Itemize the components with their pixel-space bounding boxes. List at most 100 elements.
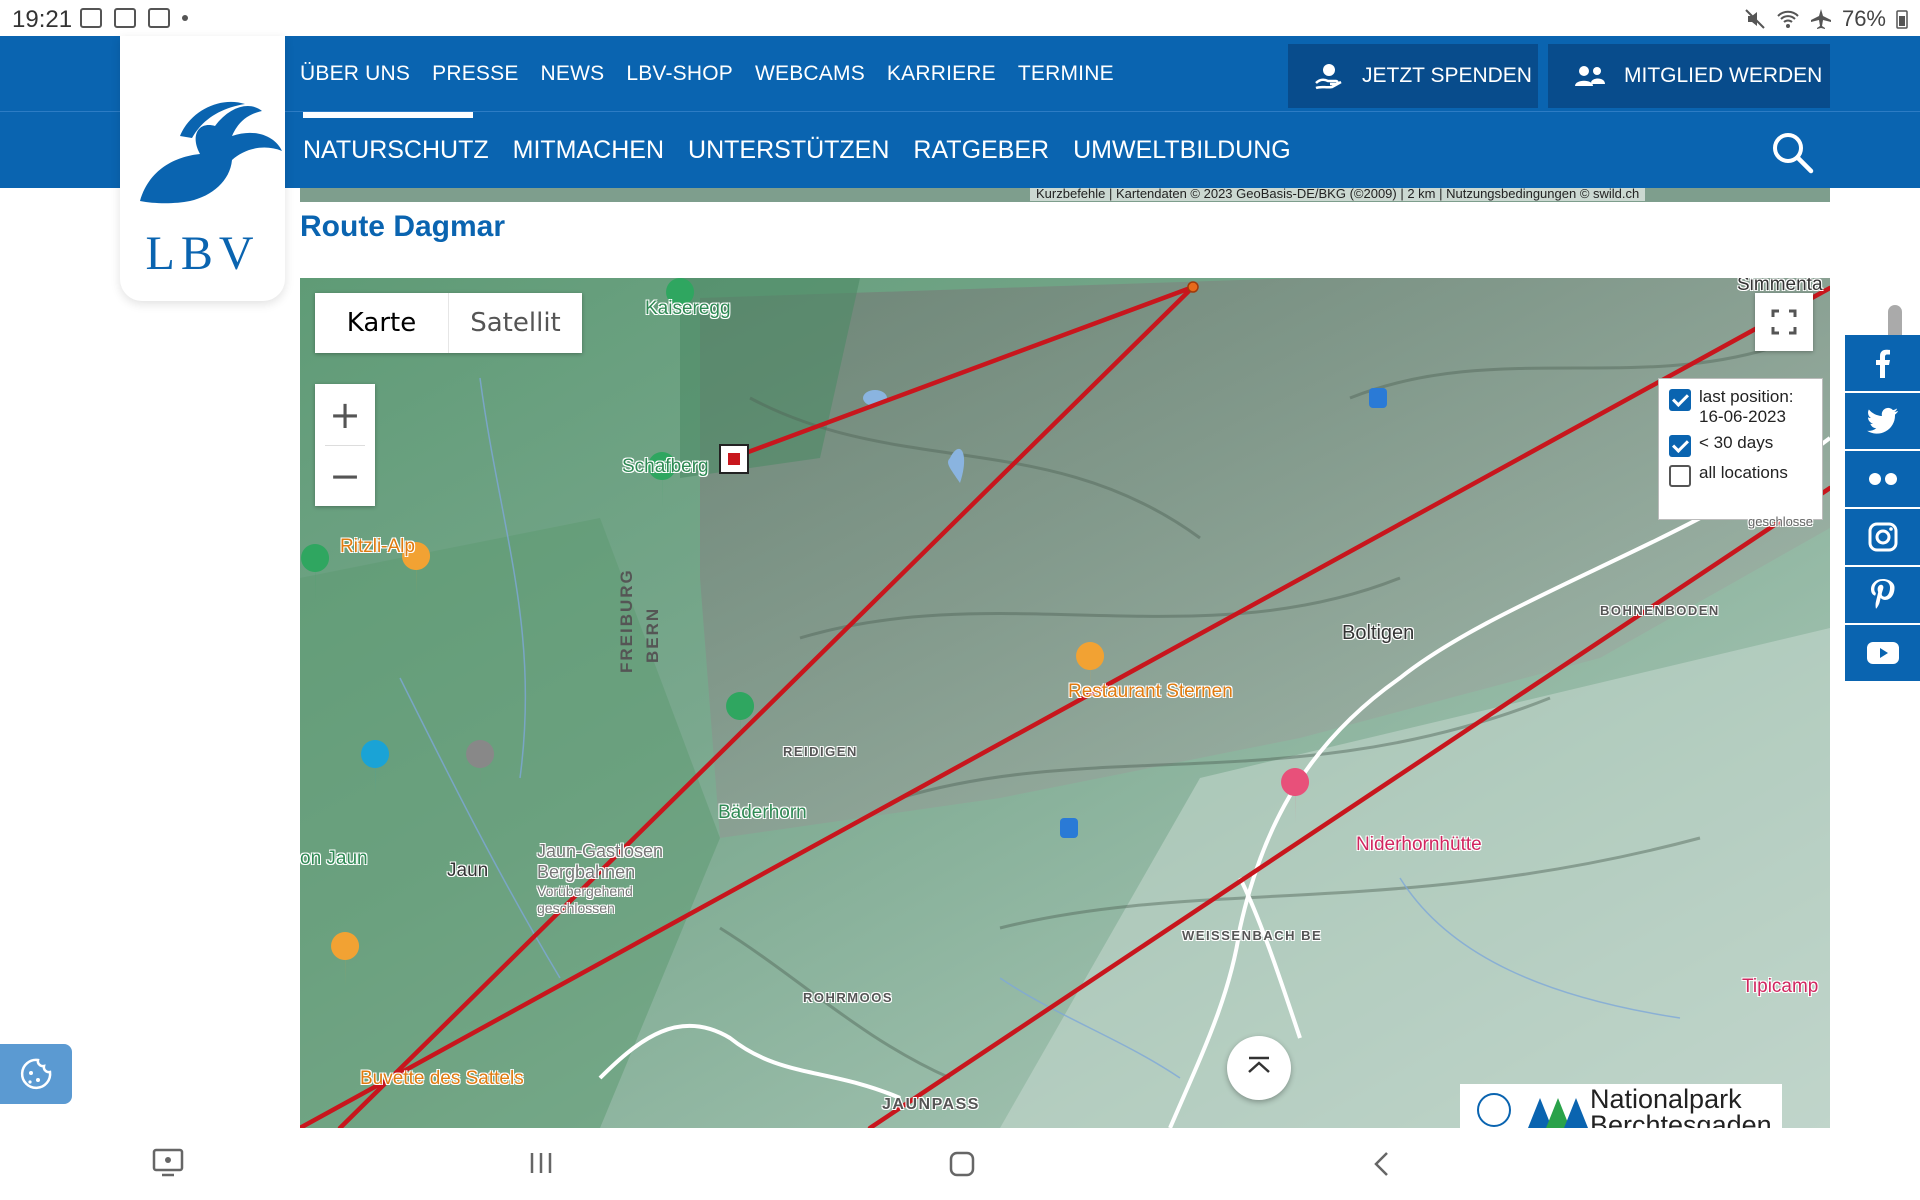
become-member-button[interactable]: MITGLIED WERDEN [1548, 44, 1830, 108]
route-map[interactable]: FREIBURG BERN Karte Satellit + − last po… [300, 278, 1830, 1128]
nav-termine[interactable]: TERMINE [1018, 62, 1114, 86]
main-nav: NATURSCHUTZ MITMACHEN UNTERSTÜTZEN RATGE… [0, 112, 1920, 188]
instagram-icon [1868, 522, 1897, 552]
zoom-control: + − [315, 384, 375, 506]
label-reidigen: REIDIGEN [783, 744, 858, 759]
nav-lbv-shop[interactable]: LBV-SHOP [626, 62, 733, 86]
flickr-icon [1868, 473, 1897, 485]
dot-icon [182, 15, 188, 21]
zoom-out-button[interactable]: − [315, 445, 375, 506]
label-niderhornhuette: Niderhornhütte [1356, 834, 1482, 855]
label-jaunpass: JAUNPASS [882, 1096, 980, 1113]
battery-icon [1896, 10, 1908, 29]
image-icon [80, 8, 102, 28]
facebook-link[interactable] [1845, 335, 1920, 391]
donate-button[interactable]: JETZT SPENDEN [1288, 44, 1538, 108]
partner-emblem-icon [1477, 1093, 1588, 1128]
last-position-label: last position: 16-06-2023 [1699, 387, 1794, 426]
back-icon[interactable] [1370, 1150, 1394, 1178]
30-days-checkbox[interactable] [1669, 435, 1691, 457]
youtube-link[interactable] [1845, 625, 1920, 681]
notification-icons [80, 8, 188, 28]
pinterest-link[interactable] [1845, 567, 1920, 623]
label-schafberg: Schafberg [622, 456, 709, 477]
chevron-up-icon [1248, 1056, 1270, 1073]
label-ritzli-alp: Ritzli-Alp [340, 536, 415, 557]
logo-text: LBV [145, 227, 260, 280]
youtube-icon [1866, 642, 1899, 664]
label-weissenbach: WEISSENBACH BE [1182, 928, 1323, 943]
all-locations-checkbox[interactable] [1669, 465, 1691, 487]
search-icon[interactable] [1770, 130, 1814, 174]
label-geschlossen: geschlosse [1748, 514, 1814, 529]
nav-unterstuetzen[interactable]: UNTERSTÜTZEN [688, 136, 889, 165]
donate-label: JETZT SPENDEN [1362, 64, 1532, 87]
scroll-to-top-button[interactable] [1227, 1036, 1291, 1100]
nav-news[interactable]: NEWS [541, 62, 605, 86]
map-type-satellit[interactable]: Satellit [449, 293, 582, 353]
map-type-karte[interactable]: Karte [315, 293, 449, 353]
zoom-separator [325, 445, 365, 446]
label-boltigen: Boltigen [1342, 622, 1415, 644]
label-kaiseregg: Kaiseregg [645, 298, 731, 319]
nav-presse[interactable]: PRESSE [432, 62, 518, 86]
donate-hand-icon [1315, 64, 1342, 90]
label-bergbahnen-4: geschlossen [537, 900, 615, 916]
legend-all-locations[interactable]: all locations [1669, 463, 1812, 487]
nav-karriere[interactable]: KARRIERE [887, 62, 996, 86]
partner-logo: Nationalpark Berchtesgaden [1460, 1084, 1782, 1128]
pinterest-icon [1870, 579, 1895, 609]
members-icon [1575, 66, 1605, 86]
bird-logo-icon [140, 101, 282, 204]
cookie-icon [20, 1058, 52, 1090]
svg-text:BERN: BERN [643, 607, 662, 663]
top-nav: ÜBER UNS PRESSE NEWS LBV-SHOP WEBCAMS KA… [0, 36, 1920, 112]
cookie-settings-button[interactable] [0, 1044, 72, 1104]
previous-map-strip: Kurzbefehle | Kartendaten © 2023 GeoBasi… [300, 188, 1830, 202]
nav-naturschutz[interactable]: NATURSCHUTZ [303, 136, 489, 165]
map-attribution: Kurzbefehle | Kartendaten © 2023 GeoBasi… [1030, 188, 1646, 201]
legend-30-days[interactable]: < 30 days [1669, 433, 1812, 457]
system-nav-bar [0, 1128, 1920, 1200]
label-tipicamp: Tipicamp [1742, 976, 1819, 997]
label-buvette: Buvette des Sattels [360, 1068, 524, 1089]
system-icons: 76% [1744, 6, 1908, 32]
map-legend: last position: 16-06-2023 < 30 days all … [1658, 378, 1823, 520]
label-simmental: Simmenta [1737, 278, 1823, 295]
all-locations-label: all locations [1699, 463, 1788, 482]
screen-mirror-icon[interactable] [152, 1148, 184, 1178]
fullscreen-button[interactable] [1755, 293, 1813, 351]
status-time: 19:21 [12, 6, 73, 33]
nav-mitmachen[interactable]: MITMACHEN [513, 136, 664, 165]
nav-webcams[interactable]: WEBCAMS [755, 62, 865, 86]
nav-ratgeber[interactable]: RATGEBER [913, 136, 1049, 165]
page-title: Route Dagmar [300, 210, 506, 243]
instagram-link[interactable] [1845, 509, 1920, 565]
label-jaun: Jaun [447, 860, 489, 881]
recent-apps-icon[interactable] [527, 1150, 555, 1176]
nav-umweltbildung[interactable]: UMWELTBILDUNG [1073, 136, 1291, 165]
zoom-in-button[interactable]: + [315, 384, 375, 445]
legend-last-position[interactable]: last position: 16-06-2023 [1669, 387, 1812, 427]
fullscreen-icon [1771, 309, 1797, 335]
member-label: MITGLIED WERDEN [1624, 64, 1823, 87]
label-baederhorn: Bäderhorn [718, 802, 807, 823]
facebook-icon [1875, 349, 1890, 378]
last-position-checkbox[interactable] [1669, 389, 1691, 411]
label-bergbahnen-1: Jaun-Gastlosen [537, 841, 664, 861]
top-nav-links: ÜBER UNS PRESSE NEWS LBV-SHOP WEBCAMS KA… [300, 36, 1114, 112]
nav-ueber-uns[interactable]: ÜBER UNS [300, 62, 410, 86]
home-icon[interactable] [948, 1150, 976, 1178]
lbv-logo[interactable]: LBV [120, 36, 285, 301]
twitter-link[interactable] [1845, 393, 1920, 449]
screenshot-icon [148, 8, 170, 28]
30-days-label: < 30 days [1699, 433, 1774, 452]
flickr-link[interactable] [1845, 451, 1920, 507]
label-bohnenboden: BOHNENBODEN [1600, 603, 1720, 618]
map-terrain: FREIBURG BERN [300, 278, 1830, 1128]
airplane-icon [1810, 9, 1831, 29]
social-sidebar [1845, 335, 1920, 683]
label-jaun-pin: on Jaun [300, 848, 368, 869]
label-restaurant-sternen: Restaurant Sternen [1068, 681, 1233, 702]
status-bar: 19:21 76% [0, 0, 1920, 36]
